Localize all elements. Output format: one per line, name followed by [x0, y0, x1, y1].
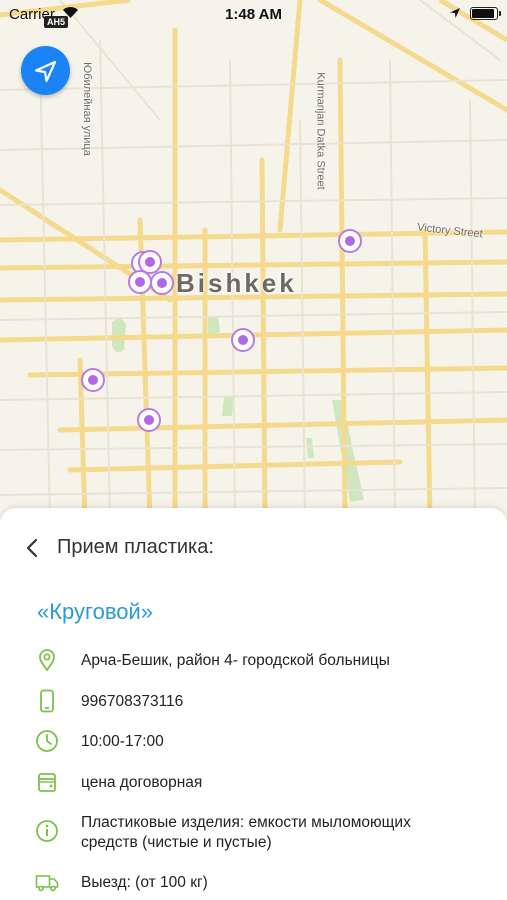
map-marker[interactable]: [231, 328, 255, 352]
map-marker[interactable]: [338, 229, 362, 253]
battery-tip: [499, 11, 501, 16]
map-marker[interactable]: [150, 271, 174, 295]
map-view[interactable]: Юбилейная улица Kurmanjan Datka Street V…: [0, 0, 507, 560]
description-line-1: Пластиковые изделия: емкости мыломоющих: [81, 814, 411, 831]
location-pin-icon: [39, 649, 55, 672]
wallet-icon: [38, 773, 56, 792]
status-bar: Carrier AH5 1:48 AM: [0, 0, 507, 28]
info-icon: [36, 820, 58, 842]
place-details-sheet: Прием пластика: «Круговой» Арча-Бешик, р…: [0, 508, 507, 900]
clock: 1:48 AM: [225, 6, 282, 23]
map-marker[interactable]: [137, 408, 161, 432]
clock-icon: [36, 730, 58, 752]
address-text: Арча-Бешик, район 4- городской больницы: [81, 652, 390, 669]
description-line-2: средств (чистые и пустые): [81, 834, 272, 851]
map-marker[interactable]: [128, 270, 152, 294]
street-label-yubileynaya: Юбилейная улица: [80, 62, 93, 156]
locate-me-button[interactable]: [21, 46, 70, 95]
phone-icon: [40, 689, 54, 713]
place-name: «Круговой»: [37, 599, 154, 624]
truck-icon: [35, 875, 59, 892]
phone-number[interactable]: 996708373116: [81, 692, 481, 712]
sheet-title: Прием пластика:: [57, 536, 214, 558]
street-label-kurmanjan-datka: Kurmanjan Datka Street: [314, 72, 327, 190]
battery-level: [472, 9, 494, 18]
hours-text: 10:00-17:00: [81, 733, 164, 750]
location-services-icon: [450, 8, 460, 18]
city-label: Bishkek: [176, 268, 297, 298]
battery-icon: [470, 7, 498, 20]
sheet-header: Прием пластика:: [0, 534, 507, 562]
back-chevron-icon[interactable]: [25, 538, 39, 558]
navigation-arrow-icon: [34, 60, 56, 82]
map-marker[interactable]: [81, 368, 105, 392]
delivery-text: Выезд: (от 100 кг): [81, 874, 208, 891]
price-text: цена договорная: [81, 774, 203, 791]
